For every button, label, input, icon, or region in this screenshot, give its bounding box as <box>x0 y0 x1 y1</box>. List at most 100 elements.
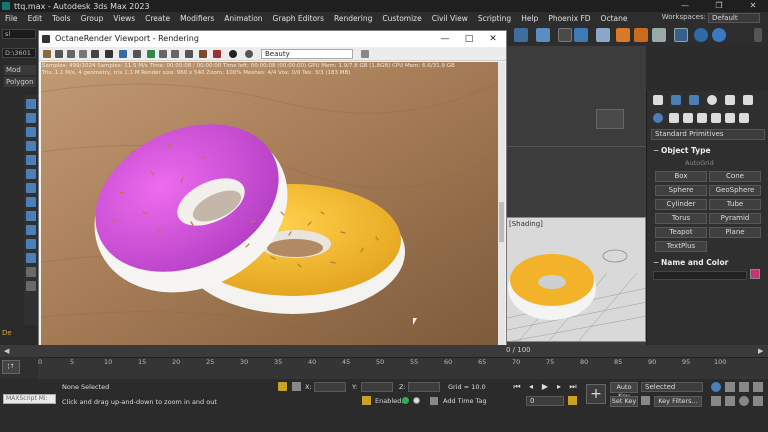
menu-phoenix-fd[interactable]: Phoenix FD <box>543 14 595 23</box>
cone-button[interactable]: Cone <box>709 171 761 182</box>
object-type-rollout[interactable]: Object Type <box>651 145 765 156</box>
helpers-category-icon[interactable] <box>711 113 721 123</box>
pyramid-button[interactable]: Pyramid <box>709 213 761 224</box>
lights-category-icon[interactable] <box>683 113 693 123</box>
curve-editor-icon[interactable] <box>596 28 610 42</box>
workspaces-dropdown[interactable]: Default <box>708 13 760 23</box>
sphere-button[interactable]: Sphere <box>655 185 707 196</box>
layer-explorer-icon[interactable] <box>558 28 572 42</box>
maxscript-listener-input[interactable]: MAXScript Mi: <box>3 394 56 404</box>
link-tool-icon[interactable] <box>26 155 36 165</box>
y-coordinate-field[interactable] <box>361 382 393 392</box>
modify-tab-icon[interactable] <box>671 95 681 105</box>
zoom-icon[interactable] <box>711 382 721 392</box>
octane-close-pass-icon[interactable] <box>361 50 369 58</box>
material-editor-icon[interactable] <box>536 28 550 42</box>
octane-clear-icon[interactable] <box>79 50 87 58</box>
octane-restart-icon[interactable] <box>119 50 127 58</box>
menu-modifiers[interactable]: Modifiers <box>175 14 219 23</box>
play-icon[interactable]: ▶ <box>540 382 550 392</box>
key-mode-icon[interactable] <box>641 396 650 405</box>
hierarchy-tab-icon[interactable] <box>689 95 699 105</box>
render-frame-icon[interactable] <box>616 28 630 42</box>
octane-region-icon[interactable] <box>159 50 167 58</box>
search-field[interactable]: sl <box>2 29 36 39</box>
systems-category-icon[interactable] <box>739 113 749 123</box>
tube-button[interactable]: Tube <box>709 199 761 210</box>
octane-close-button[interactable]: ✕ <box>483 33 503 45</box>
menu-help[interactable]: Help <box>516 14 543 23</box>
octane-sphere-icon[interactable] <box>229 50 237 58</box>
octane-settings-icon[interactable] <box>694 28 708 42</box>
octane-film-icon[interactable] <box>199 50 207 58</box>
utility-tool-icon[interactable] <box>26 281 36 291</box>
minimize-button[interactable]: — <box>670 0 700 12</box>
zoom-extents-all-icon[interactable] <box>753 382 763 392</box>
previous-frame-icon[interactable]: ◂ <box>526 382 536 392</box>
menu-civil-view[interactable]: Civil View <box>427 14 473 23</box>
menu-animation[interactable]: Animation <box>219 14 267 23</box>
time-tag-toggle-icon[interactable] <box>413 397 420 404</box>
render-pass-dropdown[interactable]: Beauty <box>261 49 353 59</box>
zoom-extents-icon[interactable] <box>739 382 749 392</box>
maximize-button[interactable]: ❐ <box>704 0 734 12</box>
plane-button[interactable]: Plane <box>709 227 761 238</box>
absolute-mode-icon[interactable] <box>292 382 301 391</box>
octane-pick-icon[interactable] <box>171 50 179 58</box>
menu-views[interactable]: Views <box>108 14 140 23</box>
create-tab-icon[interactable] <box>653 95 663 105</box>
z-coordinate-field[interactable] <box>408 382 440 392</box>
track-bar[interactable]: 0 5 10 15 20 25 30 35 40 45 50 55 60 65 … <box>38 357 768 379</box>
go-to-end-icon[interactable]: ⏭ <box>568 382 578 392</box>
name-and-color-rollout[interactable]: Name and Color <box>651 257 765 268</box>
go-to-start-icon[interactable]: ⏮ <box>512 382 522 392</box>
octane-help-icon[interactable] <box>712 28 726 42</box>
select-tool-icon[interactable] <box>26 99 36 109</box>
menu-customize[interactable]: Customize <box>377 14 426 23</box>
octane-copy-icon[interactable] <box>67 50 75 58</box>
menu-tools[interactable]: Tools <box>47 14 75 23</box>
torus-button[interactable]: Torus <box>655 213 707 224</box>
display-tab-icon[interactable] <box>725 95 735 105</box>
time-slider-prev-icon[interactable]: ◀ <box>4 347 9 355</box>
move-tool-icon[interactable] <box>26 113 36 123</box>
path-field[interactable]: D:\3601 <box>2 48 36 58</box>
more-tools-icon[interactable] <box>754 28 762 42</box>
octane-settings-icon[interactable] <box>245 50 253 58</box>
next-frame-icon[interactable]: ▸ <box>554 382 564 392</box>
teapot-button[interactable]: Teapot <box>655 227 707 238</box>
time-slider[interactable]: ◀ 0 / 100 ▶ <box>0 345 768 357</box>
octane-camera-icon[interactable] <box>213 50 221 58</box>
box-button[interactable]: Box <box>655 171 707 182</box>
key-filters-button[interactable]: Key Filters... <box>654 396 702 407</box>
menu-scripting[interactable]: Scripting <box>473 14 516 23</box>
octane-lock-icon[interactable] <box>185 50 193 58</box>
render-setup-icon[interactable] <box>514 28 528 42</box>
primitives-dropdown[interactable]: Standard Primitives <box>651 129 765 140</box>
pan-view-icon[interactable] <box>725 396 735 406</box>
time-tag-icon[interactable] <box>430 397 438 405</box>
tab-modify[interactable]: Mod <box>4 65 36 75</box>
set-key-button[interactable]: Set Key <box>610 396 638 407</box>
octane-focus-icon[interactable] <box>147 50 155 58</box>
selection-set-dropdown[interactable]: Selected <box>641 382 703 392</box>
zoom-all-icon[interactable] <box>725 382 735 392</box>
add-time-tag-link[interactable]: Add Time Tag <box>443 397 487 405</box>
cameras-category-icon[interactable] <box>697 113 707 123</box>
object-color-swatch[interactable] <box>750 269 760 279</box>
octane-reload-icon[interactable] <box>91 50 99 58</box>
mirror-tool-icon[interactable] <box>26 183 36 193</box>
graph-tool-icon[interactable] <box>26 225 36 235</box>
geosphere-button[interactable]: GeoSphere <box>709 185 761 196</box>
time-slider-next-icon[interactable]: ▶ <box>758 347 763 355</box>
material-tool-icon[interactable] <box>26 239 36 249</box>
render-vertical-scrollbar[interactable] <box>498 62 505 348</box>
enabled-indicator-icon[interactable] <box>402 397 409 404</box>
render-production-icon[interactable] <box>634 28 648 42</box>
octane-pause-icon[interactable] <box>105 50 113 58</box>
schematic-icon[interactable] <box>574 28 588 42</box>
x-coordinate-field[interactable] <box>314 382 346 392</box>
menu-octane[interactable]: Octane <box>596 14 633 23</box>
auto-key-button[interactable]: Auto Key <box>610 382 638 400</box>
octane-open-icon[interactable] <box>43 50 51 58</box>
